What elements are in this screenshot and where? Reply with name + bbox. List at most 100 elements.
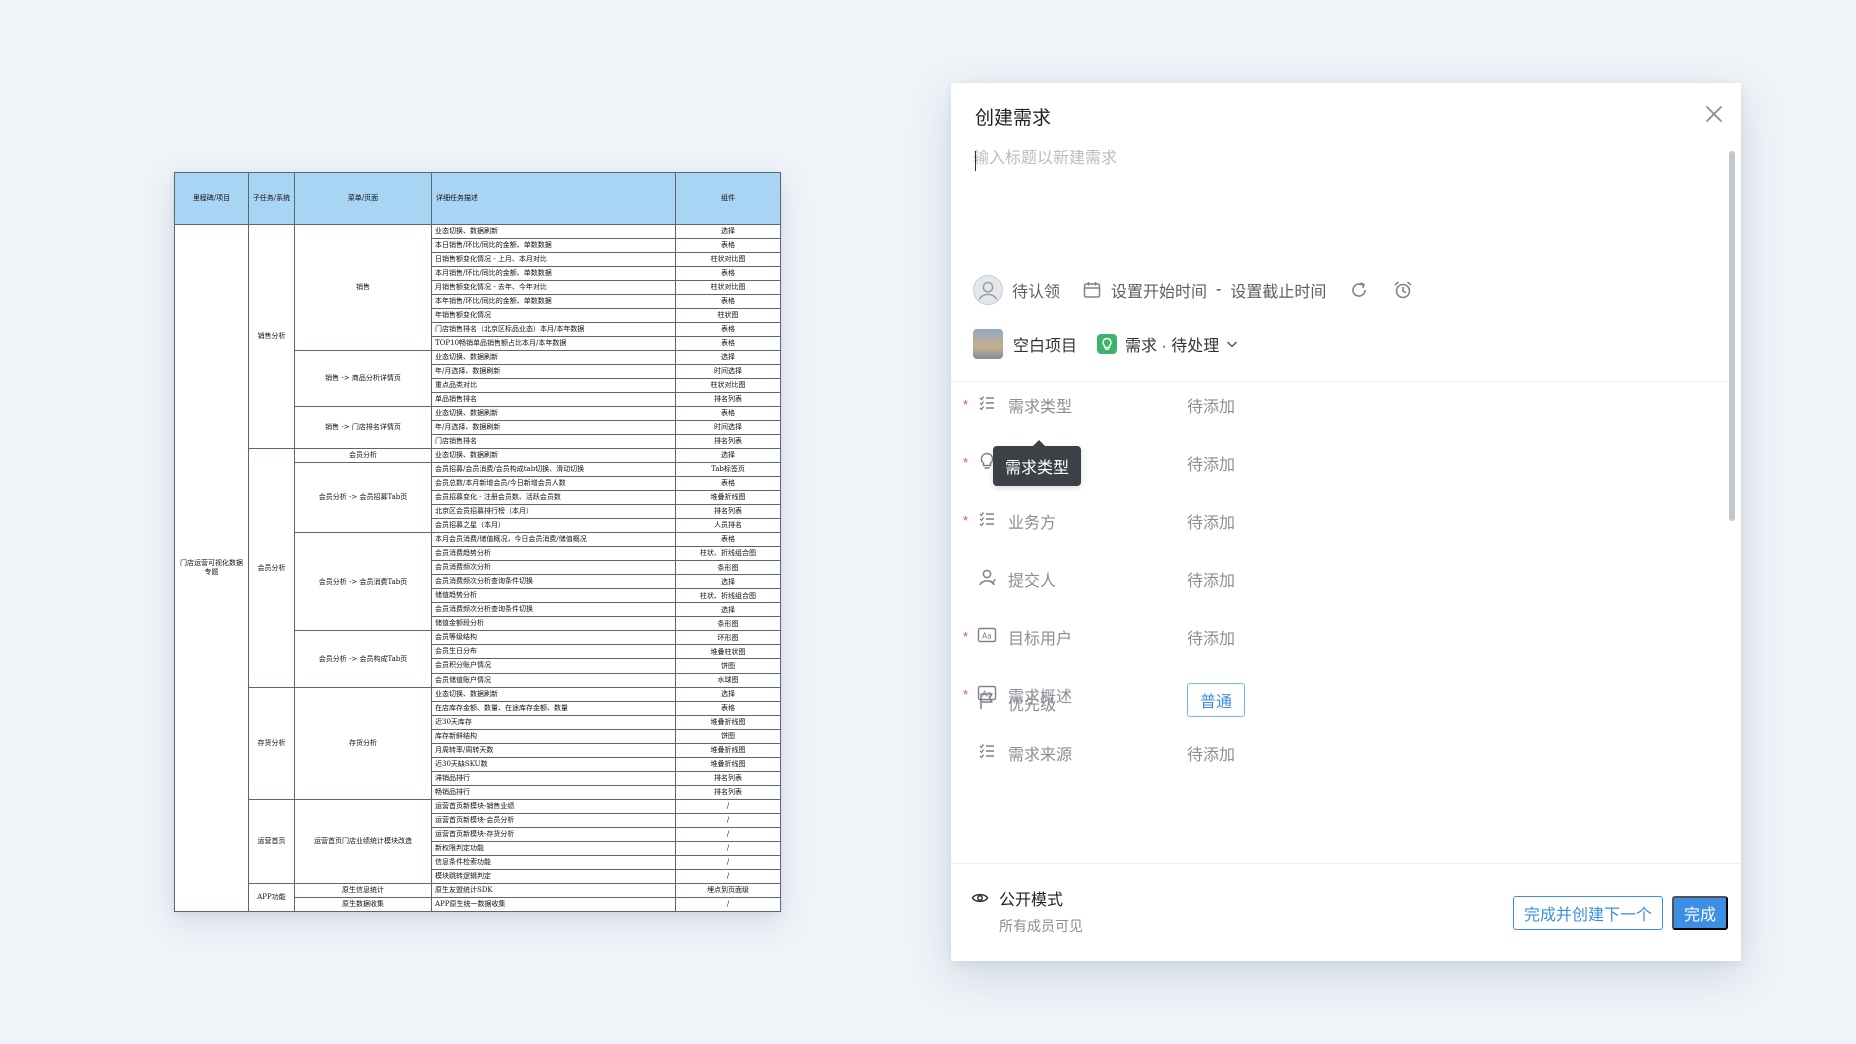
scrollbar[interactable] xyxy=(1729,151,1735,521)
list-icon xyxy=(977,393,997,413)
table-header-row: 里程碑/项目 子任务/系统 菜单/页面 详细任务描述 组件 xyxy=(174,172,781,225)
component-cell: 柱状图 xyxy=(675,308,781,324)
assignee-selector[interactable]: 待认领 xyxy=(973,275,1060,305)
task-description-cell: 会员积分账户情况 xyxy=(431,658,676,674)
table-row: 运营首页 运营首页门店业绩统计模块改造 运营首页新模块-销售业绩 / xyxy=(175,798,781,884)
assignee-label: 待认领 xyxy=(1012,284,1061,301)
component-cell: 柱状、折线组合图 xyxy=(675,588,781,604)
status-selector[interactable]: 需求 · 待处理 xyxy=(1097,332,1239,356)
start-time-selector[interactable]: 设置开始时间 xyxy=(1082,278,1207,302)
task-description-cell: 业态切换、数据刷新 xyxy=(431,406,676,422)
dialog-footer: 公开模式 所有成员可见 完成并创建下一个 完成 xyxy=(951,863,1741,961)
field-row[interactable]: * 需求类型 待添加 xyxy=(951,383,1691,423)
menu-cell: 原生数据收集 xyxy=(294,896,432,912)
repeat-icon[interactable] xyxy=(1348,279,1370,301)
field-value[interactable]: 待添加 xyxy=(1187,451,1235,475)
end-time-selector[interactable]: 设置截止时间 xyxy=(1230,278,1326,302)
component-cell: 选择 xyxy=(675,223,781,240)
required-marker: * xyxy=(963,629,969,644)
task-description-cell: 会员消费频次分析 xyxy=(431,560,676,576)
calendar-icon xyxy=(1082,280,1102,300)
list-icon xyxy=(977,509,997,529)
component-cell: 柱状对比图 xyxy=(675,280,781,296)
task-description-cell: 储值趋势分析 xyxy=(431,588,676,604)
field-value[interactable]: 待添加 xyxy=(1187,567,1235,591)
divider xyxy=(951,381,1729,382)
list-icon xyxy=(977,741,997,761)
menu-cell: 运营首页门店业绩统计模块改造 xyxy=(294,798,432,884)
field-priority[interactable]: 优先级 普通 xyxy=(951,681,1691,721)
menu-cell: 会员分析 xyxy=(294,448,432,464)
done-button[interactable]: 完成 xyxy=(1671,896,1728,930)
component-cell: 表格 xyxy=(675,700,781,716)
task-description-cell: 会员消费频次分析查询条件切换 xyxy=(431,602,676,618)
field-label: 目标用户 xyxy=(1008,631,1073,648)
component-cell: 表格 xyxy=(675,406,781,422)
component-cell: Tab标签页 xyxy=(675,462,781,478)
task-description-cell: 近30天缺SKU数 xyxy=(431,756,676,772)
menu-cell: 销售 -> 门店排名详情页 xyxy=(294,406,432,450)
title-input[interactable] xyxy=(973,141,1673,177)
task-description-cell: 运营首页新模块-存货分析 xyxy=(431,826,676,842)
required-marker: * xyxy=(963,455,969,470)
task-description-cell: 月周转率/周转天数 xyxy=(431,742,676,758)
field-row[interactable]: 需求来源 待添加 xyxy=(951,731,1691,771)
component-cell: 表格 xyxy=(675,336,781,352)
field-row[interactable]: * 业务方 待添加 xyxy=(951,499,1691,539)
component-cell: 表格 xyxy=(675,322,781,338)
alarm-clock-icon[interactable] xyxy=(1392,279,1414,301)
dialog-title: 创建需求 xyxy=(975,108,1052,129)
priority-tag[interactable]: 普通 xyxy=(1187,683,1246,717)
field-row[interactable]: 提交人 待添加 xyxy=(951,557,1691,597)
project-selector[interactable]: 空白项目 xyxy=(973,329,1077,359)
task-description-cell: 会员等级结构 xyxy=(431,630,676,646)
requirements-table: 里程碑/项目 子任务/系统 菜单/页面 详细任务描述 组件 门店运营可视化数据专… xyxy=(174,172,781,912)
flag-icon xyxy=(977,691,997,711)
component-cell: 水球图 xyxy=(675,672,781,688)
component-cell: 条形图 xyxy=(675,616,781,632)
project-cell: 门店运营可视化数据专题 xyxy=(174,224,249,912)
component-cell: 选择 xyxy=(675,574,781,590)
field-value[interactable]: 待添加 xyxy=(1187,393,1235,417)
column-header: 菜单/页面 xyxy=(294,172,432,225)
task-description-cell: 新权限判定功能 xyxy=(431,840,676,856)
field-row[interactable]: * Aa 目标用户 待添加 xyxy=(951,615,1691,655)
task-description-cell: 重点品类对比 xyxy=(431,378,676,394)
column-header: 里程碑/项目 xyxy=(174,172,249,225)
close-icon[interactable] xyxy=(1701,101,1727,127)
field-value[interactable]: 待添加 xyxy=(1187,741,1235,765)
task-description-cell: 年销售额变化情况 xyxy=(431,308,676,324)
field-value[interactable]: 待添加 xyxy=(1187,509,1235,533)
column-header: 详细任务描述 xyxy=(431,172,676,225)
subtask-cell: 销售分析 xyxy=(248,223,295,450)
component-cell: 柱状对比图 xyxy=(675,252,781,268)
component-cell: / xyxy=(675,812,781,828)
column-header: 组件 xyxy=(675,172,781,225)
component-cell: 柱状对比图 xyxy=(675,378,781,394)
task-description-cell: 月销售额变化情况 - 去年、今年对比 xyxy=(431,280,676,296)
component-cell: 表格 xyxy=(675,266,781,282)
menu-cell: 会员分析 -> 会员构成Tab页 xyxy=(294,630,432,688)
public-mode-toggle[interactable]: 公开模式 xyxy=(971,886,1063,910)
component-cell: 表格 xyxy=(675,294,781,310)
create-next-button[interactable]: 完成并创建下一个 xyxy=(1512,896,1663,930)
task-description-cell: APP原生统一数据收集 xyxy=(431,896,676,912)
text-caret xyxy=(975,151,976,171)
start-time-label: 设置开始时间 xyxy=(1111,284,1208,301)
task-description-cell: 门店销售排名（北京区标品业态）本月/本年数据 xyxy=(431,322,676,338)
task-description-cell: TOP10畅销单品销售额占比本月/本年数据 xyxy=(431,336,676,352)
requirements-spreadsheet: 里程碑/项目 子任务/系统 菜单/页面 详细任务描述 组件 门店运营可视化数据专… xyxy=(174,172,781,912)
component-cell: / xyxy=(675,798,781,814)
task-description-cell: 会员招募变化 - 注册会员数、活跃会员数 xyxy=(431,490,676,506)
task-description-cell: 库存新鲜结构 xyxy=(431,728,676,744)
component-cell: 堆叠柱状图 xyxy=(675,644,781,660)
field-label: 需求来源 xyxy=(1008,747,1073,764)
avatar-icon xyxy=(973,275,1003,305)
task-description-cell: 业态切换、数据刷新 xyxy=(431,350,676,366)
component-cell: 人员排名 xyxy=(675,518,781,534)
menu-cell: 销售 -> 商品分析详情页 xyxy=(294,350,432,408)
field-value[interactable]: 待添加 xyxy=(1187,625,1235,649)
person-icon xyxy=(977,567,997,587)
task-description-cell: 运营首页新模块-销售业绩 xyxy=(431,798,676,814)
task-description-cell: 本月销售/环比/同比的金额、单数数据 xyxy=(431,266,676,282)
